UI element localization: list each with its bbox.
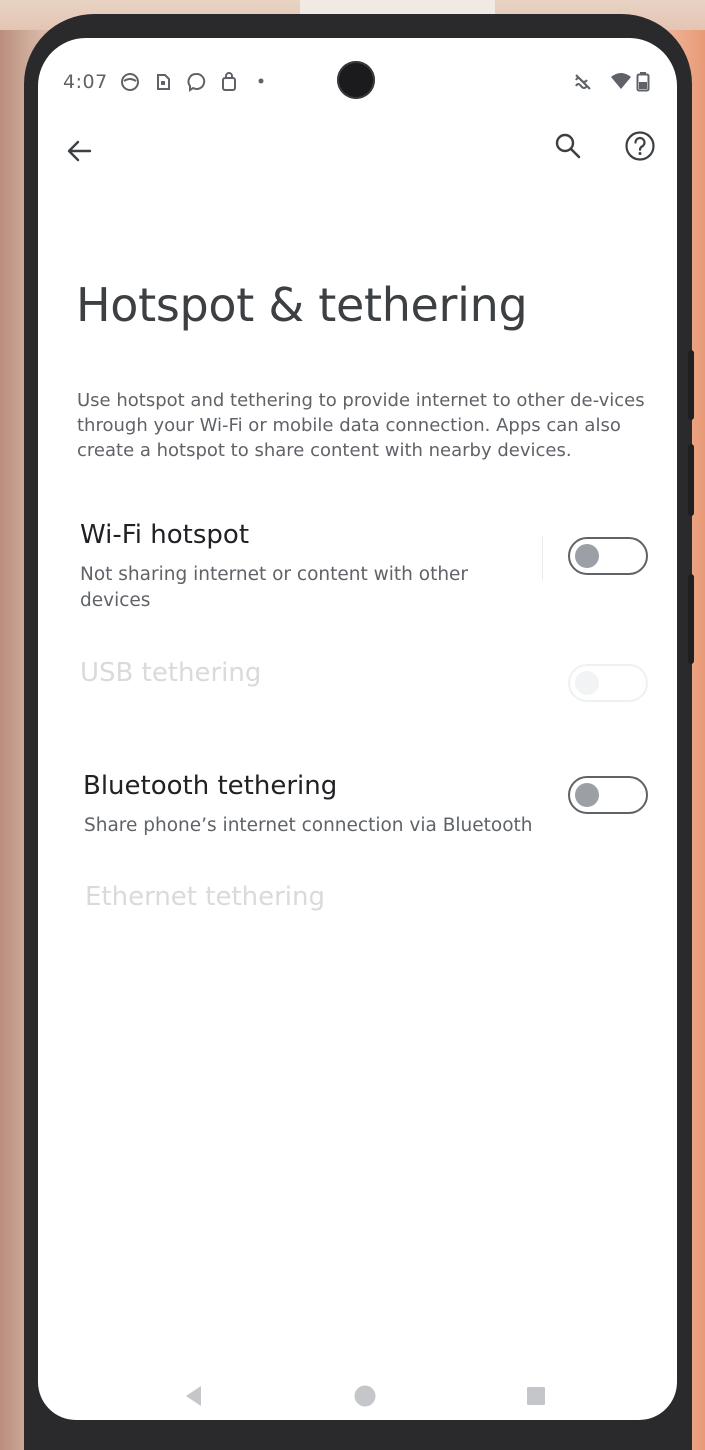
wifi-hotspot-summary: Not sharing internet or content with oth… [80, 564, 469, 611]
search-icon [555, 133, 581, 159]
nav-home-button[interactable] [345, 1376, 385, 1416]
status-time: 4:07 [63, 71, 108, 93]
dot-icon [256, 72, 276, 92]
screen: 4:07 Hotspot & tethering Use hotspot and… [38, 38, 677, 1420]
switch-thumb [575, 671, 599, 695]
vibrate-off-icon [573, 72, 593, 92]
wifi-icon [610, 72, 631, 92]
bluetooth-tethering-title: Bluetooth tethering [83, 771, 338, 801]
square-recents-icon [527, 1387, 545, 1405]
arrow-back-icon [67, 140, 92, 162]
row-divider [542, 536, 543, 580]
nav-back-button[interactable] [174, 1376, 214, 1416]
ethernet-tethering-title: Ethernet tethering [85, 882, 326, 912]
back-button[interactable] [55, 127, 103, 175]
front-camera [337, 61, 375, 99]
status-bar: 4:07 [38, 38, 677, 128]
navigation-bar [38, 1368, 677, 1420]
ethernet-tethering-row: Ethernet tethering [38, 882, 677, 952]
sim-card-icon [153, 72, 173, 92]
circle-home-icon [354, 1385, 376, 1407]
side-button [688, 574, 694, 664]
page-title: Hotspot & tethering [76, 278, 528, 332]
help-button[interactable] [616, 122, 664, 170]
battery-icon [636, 72, 650, 92]
search-button[interactable] [544, 122, 592, 170]
wifi-hotspot-switch[interactable] [568, 537, 648, 575]
wifi-hotspot-title: Wi-Fi hotspot [80, 520, 250, 550]
usb-tethering-title: USB tethering [80, 658, 262, 688]
switch-thumb [575, 783, 599, 807]
nav-recents-button[interactable] [516, 1376, 556, 1416]
switch-thumb [575, 544, 599, 568]
bluetooth-tethering-switch[interactable] [568, 776, 648, 814]
power-button [688, 444, 694, 516]
triangle-back-icon [186, 1386, 201, 1406]
messenger-icon [186, 72, 206, 92]
shopping-bag-icon [219, 72, 239, 92]
help-icon [625, 131, 655, 161]
volume-button [688, 350, 694, 420]
bluetooth-tethering-summary: Share phone’s internet connection via Bl… [84, 815, 533, 836]
usb-tethering-switch [568, 664, 648, 702]
alarm-icon [120, 72, 140, 92]
page-description: Use hotspot and tethering to provide int… [77, 390, 645, 461]
